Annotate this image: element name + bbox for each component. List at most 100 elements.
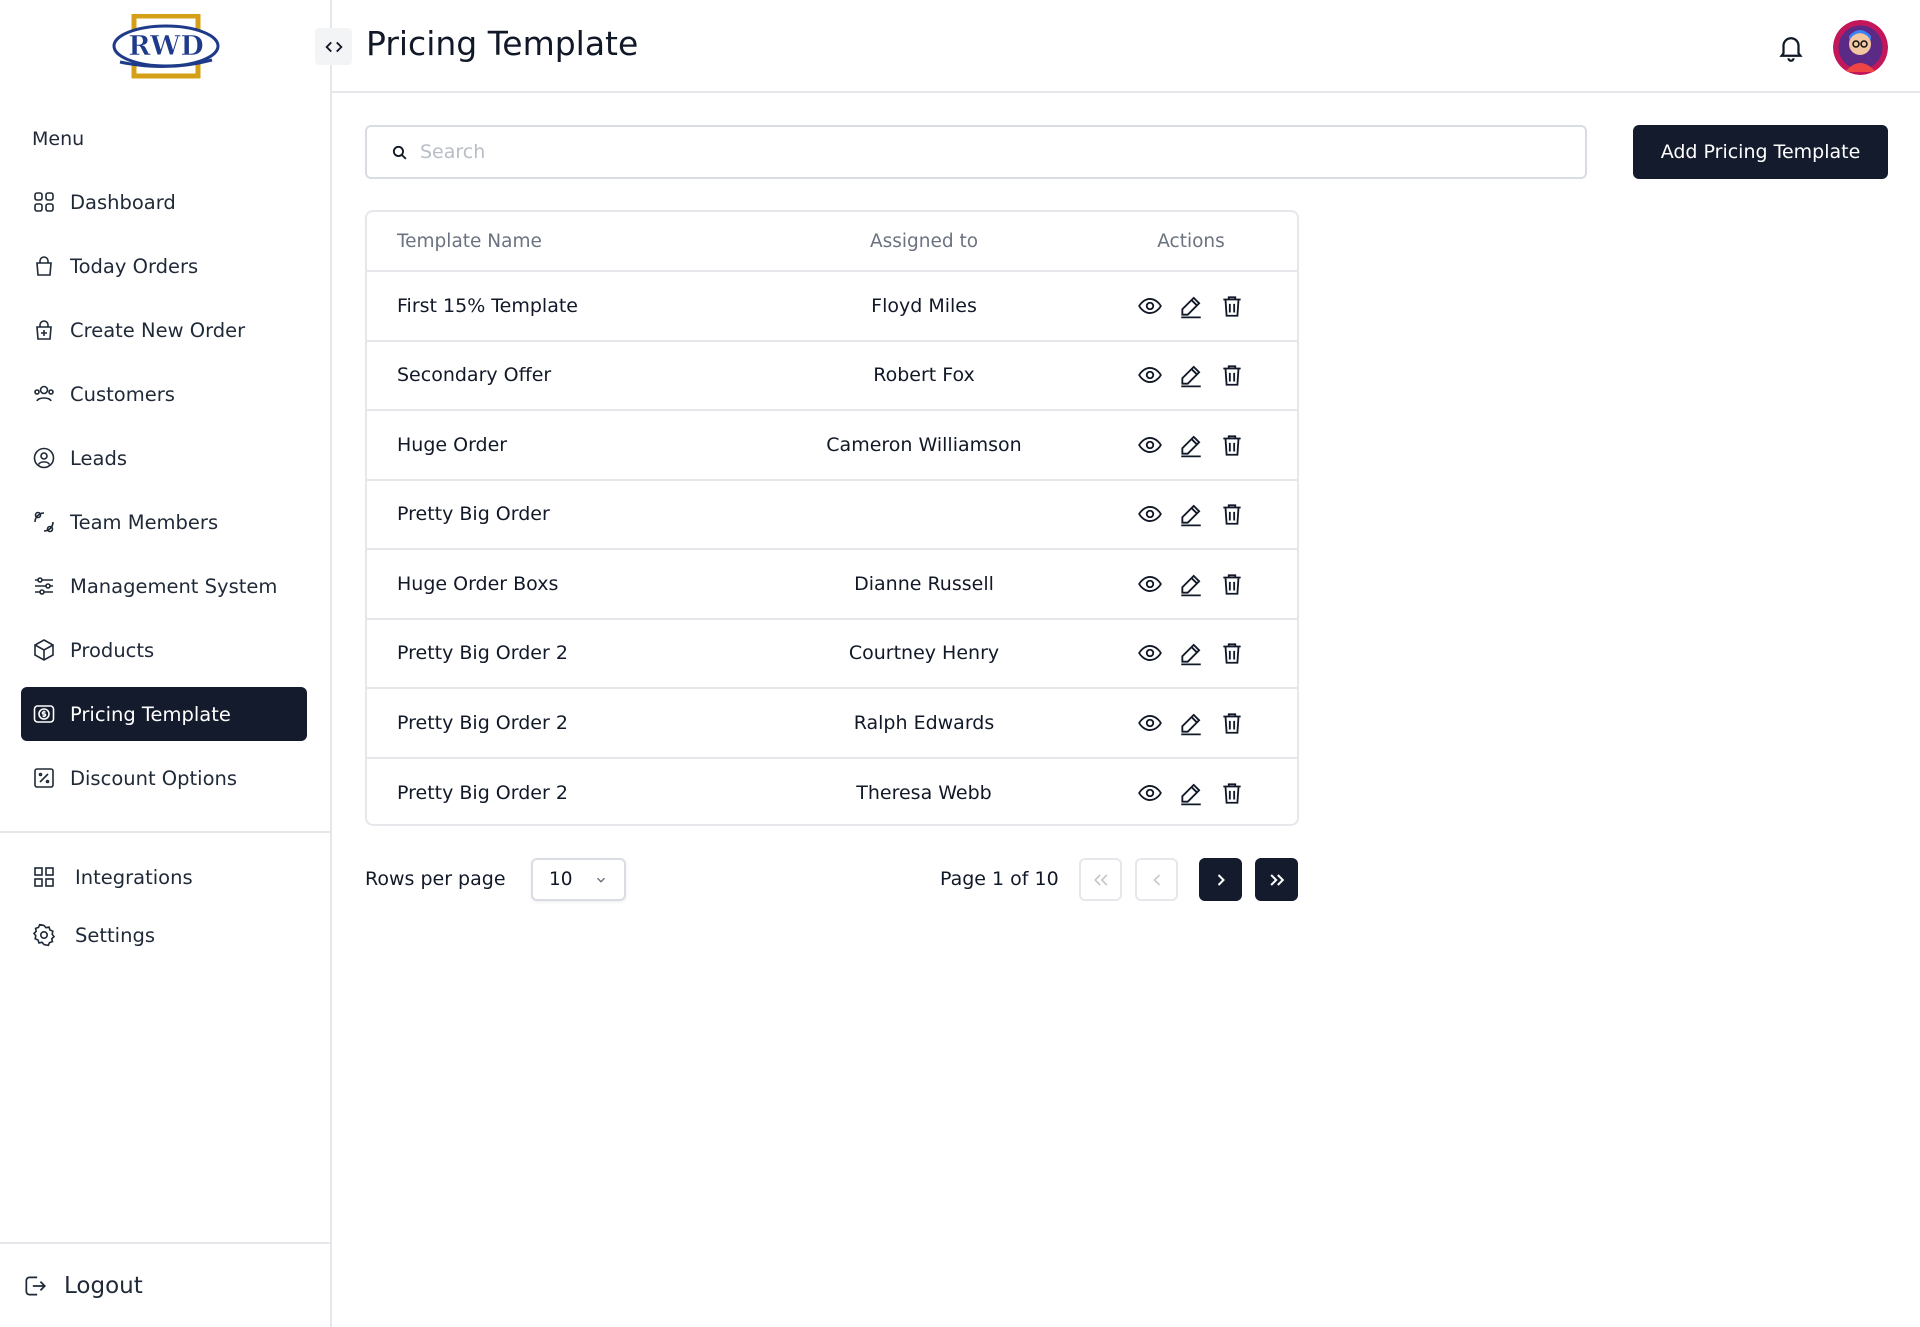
first-page-button[interactable] [1079,858,1122,901]
search-icon [392,145,407,160]
add-pricing-template-button[interactable]: Add Pricing Template [1633,125,1888,179]
column-header-assigned-to: Assigned to [869,230,979,252]
user-circle-icon [33,447,55,469]
table-row: Secondary Offer Robert Fox [367,342,1297,411]
sidebar-item-team-members[interactable]: Team Members [21,495,307,549]
logout-label: Logout [64,1273,143,1299]
template-name-cell: Pretty Big Order [397,503,550,526]
sidebar-item-customers[interactable]: Customers [21,367,307,421]
view-eye-icon[interactable] [1137,293,1163,319]
gear-icon [32,923,56,947]
sidebar-item-create-new-order[interactable]: Create New Order [21,303,307,357]
view-eye-icon[interactable] [1137,501,1163,527]
previous-page-button[interactable] [1135,858,1178,901]
table-header: Template Name Assigned to Actions [367,212,1297,272]
assigned-to-cell: Ralph Edwards [853,711,995,734]
actions-cell [1085,710,1297,736]
sidebar-item-pricing-template[interactable]: Pricing Template [21,687,307,741]
dashboard-icon [34,192,54,212]
sidebar-item-label: Dashboard [70,190,176,214]
sidebar-item-label: Pricing Template [70,702,231,726]
sidebar-item-label: Leads [70,446,128,470]
delete-trash-icon[interactable] [1219,640,1245,666]
rows-per-page-select[interactable]: 10 [531,858,626,901]
sidebar-item-integrations[interactable]: Integrations [21,850,307,904]
page-title: Pricing Template [366,24,639,63]
sidebar-item-label: Team Members [70,510,219,534]
edit-pencil-icon[interactable] [1178,640,1204,666]
edit-pencil-icon[interactable] [1178,780,1204,806]
delete-trash-icon[interactable] [1219,780,1245,806]
search-input[interactable] [420,141,1520,163]
sidebar-divider [0,1242,332,1244]
avatar[interactable] [1833,20,1888,75]
sidebar-item-discount-options[interactable]: Discount Options [21,751,307,805]
sidebar-item-leads[interactable]: Leads [21,431,307,485]
table-row: Huge Order Boxs Dianne Russell [367,550,1297,620]
sidebar-item-management-system[interactable]: Management System [21,559,307,613]
assigned-to-cell: Robert Fox [873,364,975,387]
sliders-icon [35,577,53,595]
template-name-cell: Pretty Big Order 2 [397,711,568,734]
sidebar-item-label: Customers [70,382,175,406]
logout-button[interactable]: Logout [22,1266,143,1306]
actions-cell [1085,501,1297,527]
edit-pencil-icon[interactable] [1178,293,1204,319]
assigned-to-cell: Floyd Miles [871,294,977,317]
sidebar-item-label: Create New Order [70,318,246,342]
sidebar-item-label: Management System [70,574,278,598]
delete-trash-icon[interactable] [1219,432,1245,458]
sidebar-nav: Dashboard Today Orders Create New Order … [21,175,307,815]
view-eye-icon[interactable] [1137,710,1163,736]
delete-trash-icon[interactable] [1219,710,1245,736]
delete-trash-icon[interactable] [1219,571,1245,597]
view-eye-icon[interactable] [1137,780,1163,806]
svg-text:RWD: RWD [128,31,204,62]
delete-trash-icon[interactable] [1219,362,1245,388]
edit-pencil-icon[interactable] [1178,501,1204,527]
chevron-right-icon [1217,873,1225,886]
rwd-logo[interactable]: RWD [112,13,220,80]
sidebar-item-products[interactable]: Products [21,623,307,677]
shopping-bag-icon [36,256,52,276]
delete-trash-icon[interactable] [1219,501,1245,527]
header-divider [332,91,1920,93]
menu-heading: Menu [32,128,85,150]
edit-pencil-icon[interactable] [1178,710,1204,736]
chevron-down-icon [596,877,606,883]
view-eye-icon[interactable] [1137,640,1163,666]
team-icon [34,511,54,533]
last-page-button[interactable] [1255,858,1298,901]
notification-bell-icon[interactable] [1776,31,1806,63]
search-bar[interactable] [365,125,1587,179]
sidebar-item-settings[interactable]: Settings [21,908,307,962]
page-info: Page 1 of 10 [940,868,1059,890]
percent-icon [34,768,54,788]
sidebar-item-today-orders[interactable]: Today Orders [21,239,307,293]
sidebar-item-label: Discount Options [70,766,238,790]
column-header-template-name: Template Name [397,230,542,252]
next-page-button[interactable] [1199,858,1242,901]
actions-cell [1085,640,1297,666]
add-bag-icon [36,320,52,340]
edit-pencil-icon[interactable] [1178,432,1204,458]
view-eye-icon[interactable] [1137,571,1163,597]
table-row: First 15% Template Floyd Miles [367,272,1297,342]
table-row: Pretty Big Order 2 Theresa Webb [367,759,1297,825]
view-eye-icon[interactable] [1137,432,1163,458]
sidebar-item-dashboard[interactable]: Dashboard [21,175,307,229]
actions-cell [1085,780,1297,806]
sidebar-toggle-button[interactable] [315,28,352,65]
edit-pencil-icon[interactable] [1178,571,1204,597]
assigned-to-cell: Cameron Williamson [826,433,1022,456]
edit-pencil-icon[interactable] [1178,362,1204,388]
view-eye-icon[interactable] [1137,362,1163,388]
assigned-to-cell: Theresa Webb [856,782,992,805]
grid-icon [34,867,54,887]
template-name-cell: Secondary Offer [397,364,552,387]
box-icon [34,639,54,661]
sidebar-secondary-nav: Integrations Settings [21,850,307,966]
delete-trash-icon[interactable] [1219,293,1245,319]
rows-per-page-label: Rows per page [365,868,506,890]
rows-per-page-value: 10 [549,869,573,890]
